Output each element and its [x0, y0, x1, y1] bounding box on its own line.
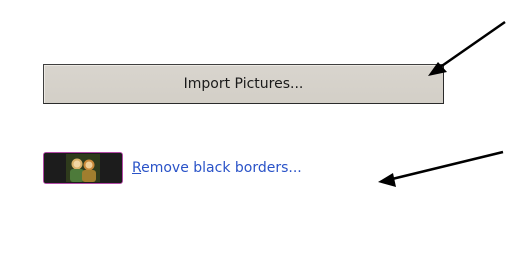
arrow-to-remove-borders-link	[378, 150, 504, 187]
annotation-arrows	[378, 20, 506, 187]
arrow-to-import-button	[428, 20, 506, 76]
dialog-panel: Import Pictures... Remove black borders.…	[0, 0, 514, 255]
